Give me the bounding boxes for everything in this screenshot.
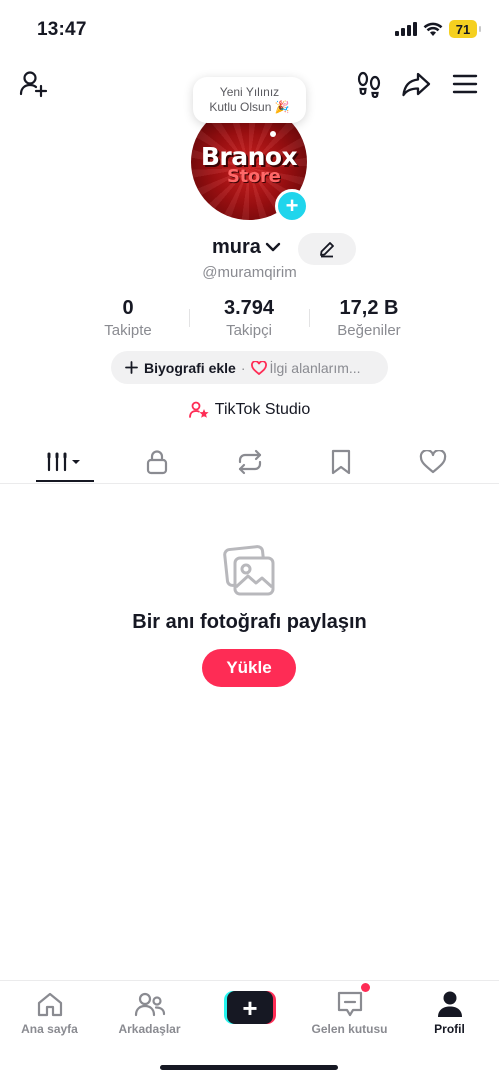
studio-user-star-icon [188,401,209,418]
plus-icon: + [285,193,299,218]
plus-icon [125,361,138,374]
upload-button[interactable]: Yükle [202,649,296,687]
signal-icon [395,22,417,36]
party-emoji-icon: 🎉 [274,100,290,114]
home-indicator [160,1065,338,1070]
nav-friends[interactable]: Arkadaşlar [100,989,199,1036]
tab-favorites[interactable] [311,440,371,484]
tab-reposts[interactable] [220,440,280,484]
note-line-1: Yeni Yılınız [219,85,280,99]
battery-level: 71 [455,21,471,37]
empty-state-title: Bir anı fotoğrafı paylaşın [132,611,367,633]
likes-count: 17,2 B [339,297,399,319]
battery-indicator: 71 [449,20,481,38]
profile-name[interactable]: mura [212,236,261,259]
status-time: 13:47 [37,19,87,40]
tab-videos[interactable] [35,440,95,484]
nav-inbox[interactable]: Gelen kutusu [300,989,399,1036]
footprints-icon [357,71,381,98]
create-plus-icon: + [227,991,273,1024]
nav-profile-label: Profil [434,1022,465,1036]
hamburger-icon [452,74,478,94]
nav-home-icon-wrap [0,989,99,1019]
nav-inbox-label: Gelen kutusu [311,1022,388,1036]
grid-filter-icon [47,452,80,472]
bookmark-icon [331,449,351,475]
name-row: mura [0,233,499,265]
profile-handle: @muramqirim [202,264,297,281]
repost-icon [238,449,262,475]
avatar-logo-subtext: Store [227,166,281,187]
status-note-bubble[interactable]: Yeni Yılınız Kutlu Olsun 🎉 [193,77,306,123]
inbox-notification-dot [361,983,370,992]
inbox-icon [337,991,362,1017]
profile-stats: 0 Takipte 3.794 Takipçi 17,2 B Beğeniler [0,297,499,343]
status-bar: 13:47 71 [0,0,499,60]
photo-icon [223,545,275,596]
home-icon [37,992,62,1017]
bio-chip[interactable]: Biyografi ekle · İlgi alanlarım... [111,351,388,384]
bio-separator: · [240,359,246,376]
nav-profile-icon-wrap [400,989,499,1019]
content-tabs [0,440,499,484]
edit-profile-button[interactable] [298,233,356,265]
add-story-button[interactable]: + [275,189,309,223]
nav-friends-label: Arkadaşlar [118,1022,181,1036]
followers-count: 3.794 [223,297,275,319]
note-line-2: Kutlu Olsun 🎉 [193,100,306,115]
bubble-tail [270,131,276,137]
interests-label[interactable]: İlgi alanlarım... [270,360,361,376]
nav-friends-icon-wrap [100,989,199,1019]
following-count: 0 [122,297,134,319]
create-button[interactable]: + [224,991,276,1024]
tab-private[interactable] [127,440,187,484]
nav-inbox-icon-wrap [300,989,399,1019]
studio-label: TikTok Studio [214,401,311,418]
share-profile-button[interactable] [400,68,432,100]
following-stat[interactable]: 0 Takipte [68,297,188,339]
heart-icon [250,360,267,375]
lock-icon [146,450,168,475]
followers-stat[interactable]: 3.794 Takipçi [189,297,309,339]
footprints-button[interactable] [353,68,385,100]
tab-liked[interactable] [403,440,463,484]
followers-label: Takipçi [226,322,272,339]
share-icon [402,72,431,97]
nav-profile[interactable]: Profil [400,989,499,1036]
wifi-icon [423,22,443,36]
add-user-icon [19,71,48,98]
nav-home-label: Ana sayfa [21,1022,78,1036]
active-tab-indicator [36,480,94,482]
add-bio-label[interactable]: Biyografi ekle [144,360,236,376]
likes-stat[interactable]: 17,2 B Beğeniler [309,297,429,339]
tiktok-studio-link[interactable]: TikTok Studio [0,401,499,419]
add-friend-button[interactable] [17,68,49,100]
friends-icon [134,992,165,1017]
likes-label: Beğeniler [337,322,401,339]
menu-button[interactable] [449,68,481,100]
pencil-icon [320,242,334,258]
status-icons: 71 [395,20,481,38]
nav-home[interactable]: Ana sayfa [0,989,99,1036]
following-label: Takipte [104,322,152,339]
heart-outline-icon [419,450,447,474]
profile-icon [437,991,462,1017]
note-line-2-text: Kutlu Olsun [209,100,272,114]
chevron-down-icon[interactable] [265,241,281,253]
